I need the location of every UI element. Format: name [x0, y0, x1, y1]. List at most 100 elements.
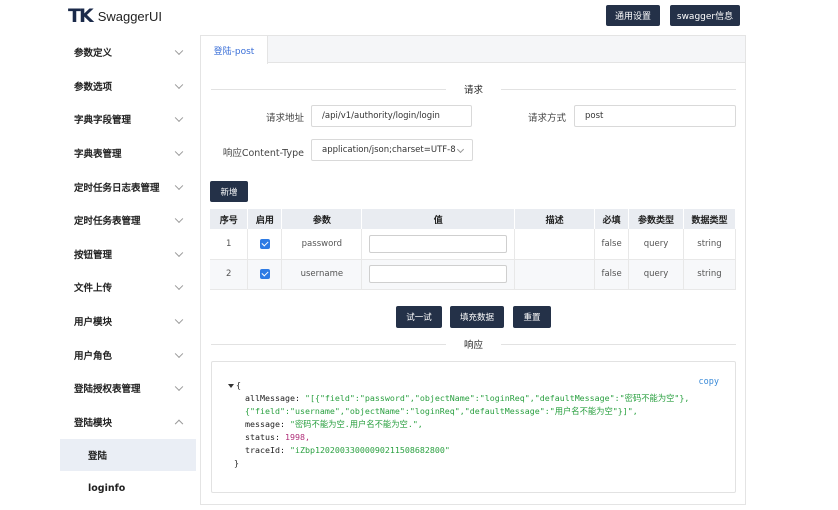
logo-text: SwaggerUI — [97, 8, 162, 24]
json-line-traceid: traceId: "iZbp12020033000090211508682800… — [228, 444, 718, 457]
sidebar-item-label: 文件上传 — [74, 283, 113, 294]
content-type-select[interactable]: application/json;charset=UTF-8 — [311, 139, 473, 161]
table-header-row: 序号 启用 参数 值 描述 必填 参数类型 数据类型 — [210, 209, 736, 229]
column-header: 启用 — [247, 209, 283, 229]
response-section-title: 响应 — [211, 337, 736, 351]
sidebar-item-label: 用户角色 — [74, 351, 113, 362]
url-field[interactable]: /api/v1/authority/login/login — [311, 105, 472, 127]
sidebar-item-file-upload[interactable]: 文件上传 — [60, 270, 196, 304]
enabled-checkbox[interactable] — [259, 238, 270, 249]
row-index: 1 — [210, 229, 249, 260]
description-cell — [514, 229, 596, 260]
sidebar-item-login-auth[interactable]: 登陆授权表管理 — [60, 371, 196, 405]
sidebar-item-dict-field[interactable]: 字典字段管理 — [60, 102, 196, 136]
param-type-cell: query — [628, 259, 685, 290]
json-string-value: "[{"field":"password","objectName":"logi… — [245, 393, 690, 416]
value-cell — [361, 229, 516, 260]
sidebar-item-label: 字典字段管理 — [74, 115, 132, 126]
chevron-up-icon — [174, 419, 184, 429]
response-body: copy { allMessage: "[{"field":"password"… — [211, 361, 736, 493]
chevron-down-icon — [174, 281, 184, 291]
chevron-down-icon — [174, 349, 184, 359]
json-key: status: — [245, 432, 280, 442]
column-header: 参数类型 — [628, 209, 685, 229]
json-string-value: "密码不能为空.用户名不能为空.", — [289, 419, 423, 429]
sidebar-item-label: 参数选项 — [74, 82, 113, 93]
general-settings-button[interactable]: 通用设置 — [606, 5, 660, 26]
sidebar-item-label: 参数定义 — [74, 48, 113, 59]
json-open-brace: { — [236, 380, 241, 390]
fill-data-button[interactable]: 填充数据 — [450, 306, 504, 328]
sidebar-item-label: 定时任务日志表管理 — [74, 183, 160, 194]
chevron-down-icon — [174, 214, 184, 224]
sidebar-subitem-loginfo[interactable]: loginfo — [60, 472, 196, 504]
chevron-down-icon — [174, 147, 184, 157]
enabled-checkbox[interactable] — [259, 268, 270, 279]
description-cell — [514, 259, 596, 290]
url-label: 请求地址 — [265, 113, 304, 124]
json-viewer: { allMessage: "[{"field":"password","obj… — [228, 379, 718, 470]
json-key: traceId: — [245, 445, 285, 455]
params-table: 序号 启用 参数 值 描述 必填 参数类型 数据类型 1 password fa… — [210, 209, 736, 290]
sidebar-subitem-label: loginfo — [88, 482, 126, 494]
value-input[interactable] — [369, 265, 508, 283]
sidebar-item-dict-table[interactable]: 字典表管理 — [60, 136, 196, 170]
collapse-toggle-icon[interactable] — [228, 383, 234, 388]
sidebar-item-label: 定时任务表管理 — [74, 216, 141, 227]
tab-bar: 登陆-post — [201, 36, 745, 64]
divider — [501, 89, 736, 90]
app-logo[interactable]: TK SwaggerUI — [68, 5, 162, 27]
sidebar-item-label: 字典表管理 — [74, 149, 122, 160]
json-number-value: 1998, — [284, 432, 310, 442]
sidebar-item-label: 按钮管理 — [74, 250, 113, 261]
swagger-info-button[interactable]: swagger信息 — [670, 5, 740, 26]
sidebar-item-param-definition[interactable]: 参数定义 — [60, 35, 196, 69]
chevron-down-icon — [174, 46, 184, 56]
try-it-button[interactable]: 试一试 — [396, 306, 442, 328]
json-line-message: message: "密码不能为空.用户名不能为空.", — [228, 418, 718, 431]
sidebar-item-button-mgmt[interactable]: 按钮管理 — [60, 237, 196, 271]
chevron-down-icon — [174, 315, 184, 325]
sidebar-item-login-module[interactable]: 登陆模块 — [60, 405, 196, 439]
chevron-down-icon — [174, 181, 184, 191]
add-param-button[interactable]: 新增 — [210, 181, 248, 202]
json-close-brace: } — [234, 458, 239, 468]
reset-button[interactable]: 重置 — [513, 306, 551, 328]
top-header: TK SwaggerUI 通用设置 swagger信息 — [0, 0, 838, 32]
tab-login-post[interactable]: 登陆-post — [201, 36, 268, 64]
divider — [501, 344, 736, 345]
column-header: 数据类型 — [683, 209, 736, 229]
column-header: 参数 — [281, 209, 363, 229]
json-key: allMessage: — [245, 393, 300, 403]
sidebar-item-param-options[interactable]: 参数选项 — [60, 69, 196, 103]
param-name: username — [281, 259, 363, 290]
content-type-label: 响应Content-Type — [222, 148, 304, 159]
divider — [211, 89, 446, 90]
method-field[interactable]: post — [574, 105, 736, 127]
param-type-cell: query — [628, 229, 685, 260]
sidebar-item-task-log[interactable]: 定时任务日志表管理 — [60, 170, 196, 204]
data-type-cell: string — [683, 229, 736, 260]
param-name: password — [281, 229, 363, 260]
request-title-text: 请求 — [455, 82, 491, 96]
sidebar-subitem-login[interactable]: 登陆 — [60, 439, 196, 471]
column-header: 必填 — [594, 209, 630, 229]
enabled-cell — [247, 259, 283, 290]
sidebar-item-label: 登陆模块 — [74, 418, 113, 429]
sidebar-item-task-table[interactable]: 定时任务表管理 — [60, 203, 196, 237]
sidebar-subitem-label: 登陆 — [88, 451, 108, 462]
sidebar-item-label: 登陆授权表管理 — [74, 384, 141, 395]
value-input[interactable] — [369, 234, 508, 253]
sidebar-item-user-module[interactable]: 用户模块 — [60, 304, 196, 338]
request-section-title: 请求 — [211, 82, 736, 96]
content-type-value: application/json;charset=UTF-8 — [322, 145, 456, 155]
chevron-down-icon — [174, 113, 184, 123]
chevron-down-icon — [174, 382, 184, 392]
main-panel: 登陆-post 请求 请求地址 /api/v1/authority/login/… — [200, 35, 746, 505]
sidebar-item-user-role[interactable]: 用户角色 — [60, 338, 196, 372]
sidebar: 参数定义 参数选项 字典字段管理 字典表管理 定时任务日志表管理 定时任务表管理… — [60, 35, 196, 510]
required-cell: false — [594, 259, 630, 290]
value-cell — [361, 259, 516, 290]
enabled-cell — [247, 229, 283, 260]
json-line-allmessage: allMessage: "[{"field":"password","objec… — [228, 392, 718, 418]
